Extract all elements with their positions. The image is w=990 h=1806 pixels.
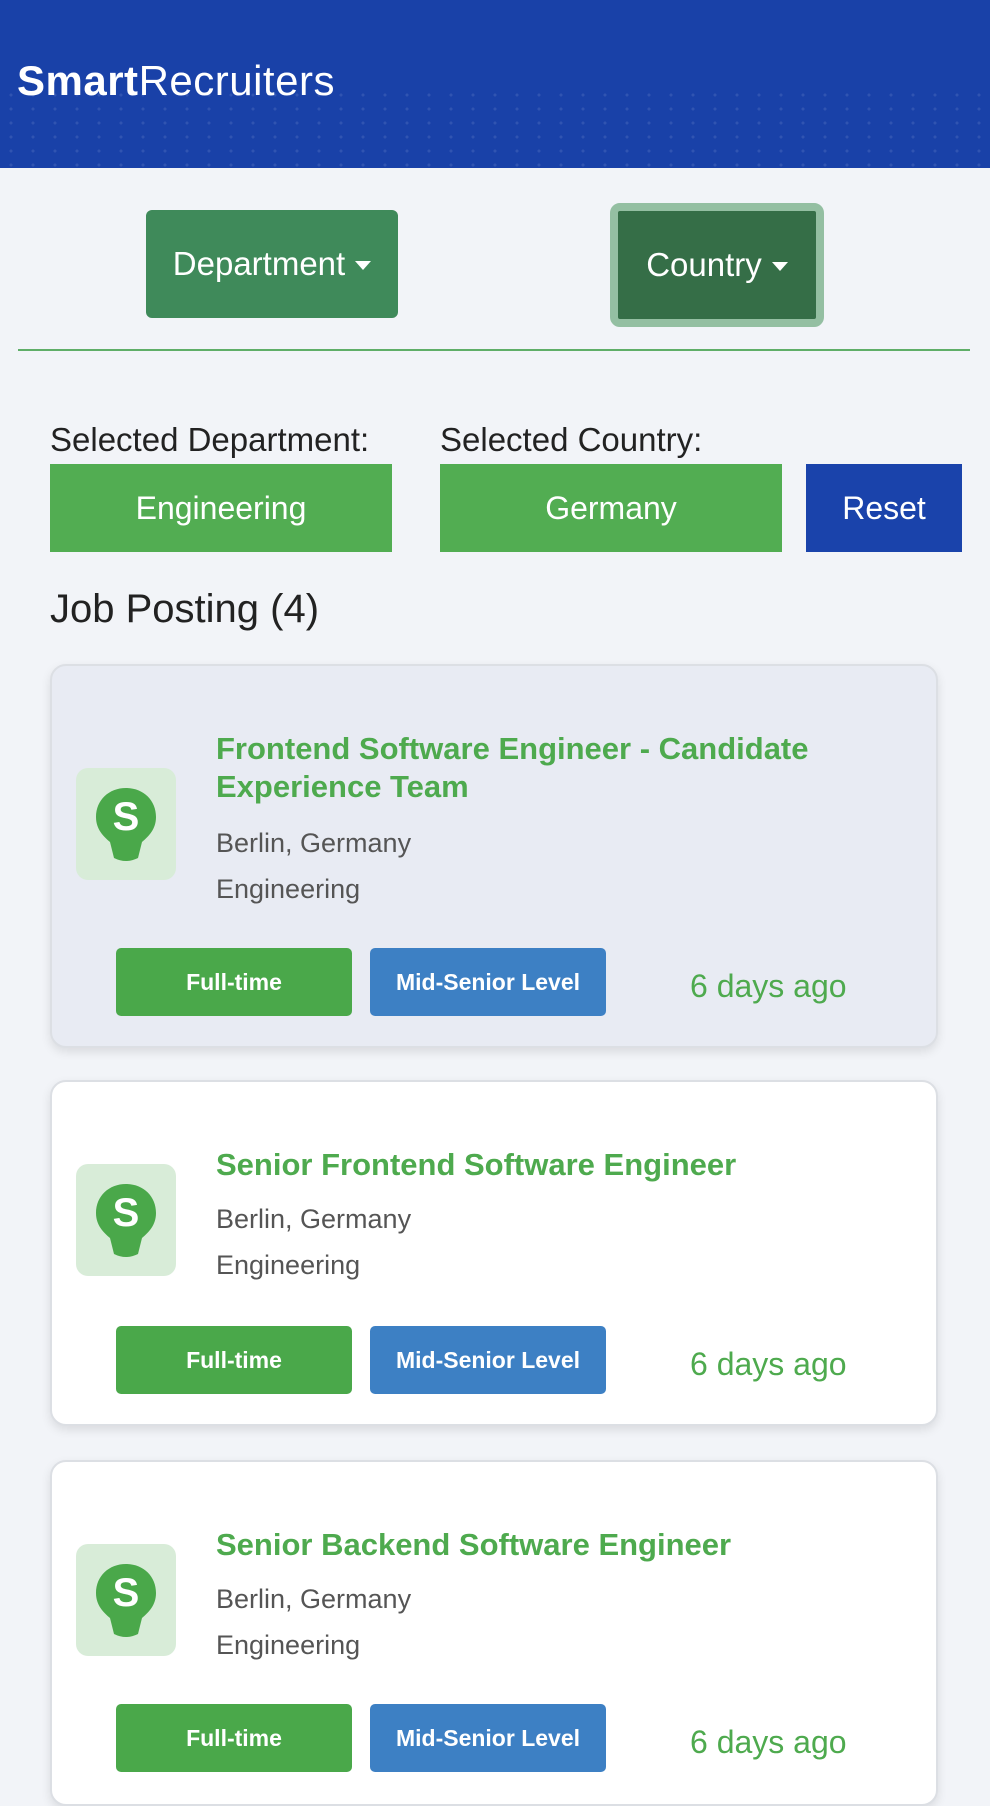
job-card[interactable]: S Senior Backend Software Engineer Berli… [50,1460,938,1806]
department-dropdown-label: Department [172,245,346,282]
filter-divider [18,349,970,351]
chevron-down-icon [771,261,788,271]
chevron-down-icon [355,260,372,270]
posted-date: 6 days ago [690,1724,847,1760]
employment-type-badge: Full-time [116,1704,352,1772]
lightbulb-s-icon: S [96,788,156,861]
job-card[interactable]: S Senior Frontend Software Engineer Berl… [50,1080,938,1426]
lightbulb-s-icon: S [96,1564,156,1637]
company-logo: S [76,1164,176,1276]
employment-type-badge: Full-time [116,1326,352,1394]
job-location: Berlin, Germany [216,1204,412,1234]
brand-bold: Smart [17,57,139,104]
svg-text:S: S [113,795,140,839]
job-location: Berlin, Germany [216,828,412,858]
company-logo: S [76,1544,176,1656]
country-dropdown-label: Country [646,246,762,283]
svg-text:S: S [113,1571,140,1615]
brand-light: Recruiters [138,57,335,104]
job-department: Engineering [216,874,361,904]
job-title-link[interactable]: Senior Backend Software Engineer [216,1526,896,1564]
selected-department-chip: Engineering [50,464,392,552]
selected-country-chip: Germany [440,464,782,552]
seniority-badge: Mid-Senior Level [370,1704,606,1772]
reset-button[interactable]: Reset [806,464,962,552]
country-dropdown-button[interactable]: Country [610,203,824,327]
site-header: SmartRecruiters [0,0,990,168]
selected-department-label: Selected Department: [50,421,370,458]
seniority-badge: Mid-Senior Level [370,948,606,1016]
job-card[interactable]: S Frontend Software Engineer - Candidate… [50,664,938,1048]
seniority-badge: Mid-Senior Level [370,1326,606,1394]
brand-logo[interactable]: SmartRecruiters [17,56,335,106]
posted-date: 6 days ago [690,968,847,1004]
selected-country-label: Selected Country: [440,421,703,458]
posted-date: 6 days ago [690,1346,847,1382]
employment-type-badge: Full-time [116,948,352,1016]
job-posting-heading: Job Posting (4) [50,587,320,631]
company-logo: S [76,768,176,880]
lightbulb-s-icon: S [96,1184,156,1257]
job-department: Engineering [216,1250,361,1280]
svg-text:S: S [113,1191,140,1235]
job-location: Berlin, Germany [216,1584,412,1614]
job-title-link[interactable]: Frontend Software Engineer - Candidate E… [216,730,896,806]
job-title-link[interactable]: Senior Frontend Software Engineer [216,1146,896,1184]
department-dropdown-button[interactable]: Department [146,210,398,318]
job-department: Engineering [216,1630,361,1660]
